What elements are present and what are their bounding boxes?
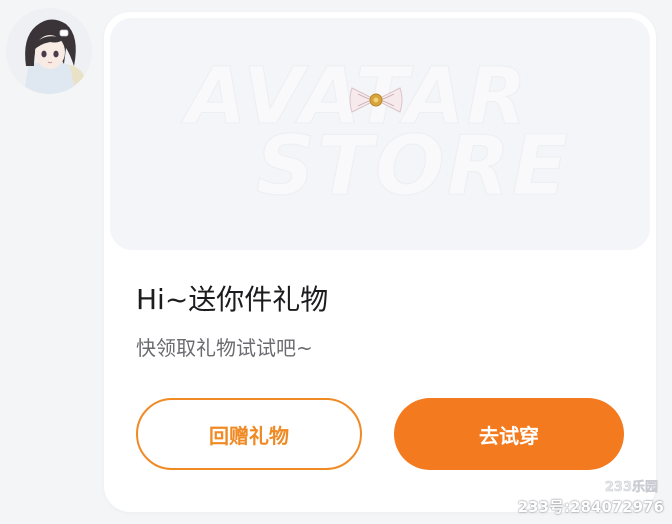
banner-word-store: STORE bbox=[256, 119, 570, 214]
sender-avatar[interactable] bbox=[6, 8, 92, 94]
watermark-logo: 233乐园 bbox=[604, 480, 659, 496]
gift-subtitle: 快领取礼物试试吧~ bbox=[136, 336, 313, 360]
watermark-id: 233号:284072976 bbox=[517, 498, 664, 516]
gift-title: Hi~送你件礼物 bbox=[136, 283, 329, 316]
gift-card: AVATAR STORE Hi~送你件礼物 快领取礼物试试吧~ 回赠礼物 去试穿 bbox=[104, 12, 656, 512]
return-gift-button[interactable]: 回赠礼物 bbox=[136, 398, 362, 470]
gift-banner: AVATAR STORE bbox=[110, 18, 650, 250]
try-on-button[interactable]: 去试穿 bbox=[394, 398, 624, 470]
anime-girl-avatar-icon bbox=[6, 8, 92, 94]
bow-tie-icon bbox=[349, 87, 403, 113]
